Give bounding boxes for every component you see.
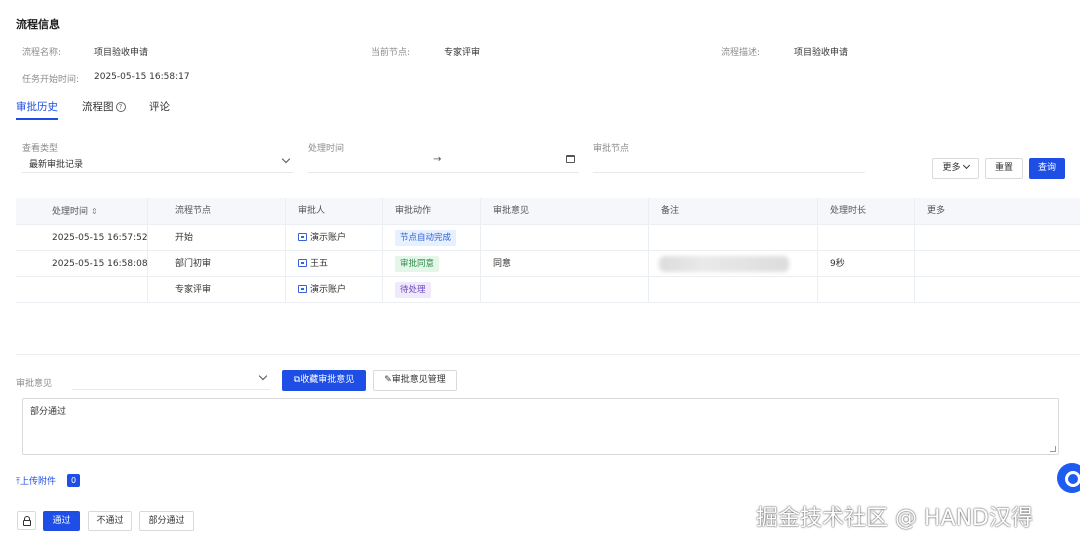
save-opinion-label: 收藏审批意见 xyxy=(300,375,355,385)
sort-icon[interactable]: ⇕ xyxy=(91,198,98,225)
view-type-value: 最新审批记录 xyxy=(29,160,84,170)
task-start-value: 2025-05-15 16:58:17 xyxy=(94,72,190,82)
cell-node: 部门初审 xyxy=(148,251,286,277)
table-header: 处理时间 ⇕ 流程节点 审批人 审批动作 审批意见 备注 处理时长 更多 xyxy=(16,198,1080,225)
opinion-text: 部分通过 xyxy=(30,407,67,417)
col-approver: 审批人 xyxy=(286,198,383,225)
help-icon[interactable]: ? xyxy=(115,102,126,112)
attachment-count-badge: 0 xyxy=(67,474,80,487)
cell-approver: 演示账户 xyxy=(286,277,383,303)
cell-approver: 演示账户 xyxy=(286,225,383,251)
approver-name: 王五 xyxy=(310,259,329,269)
user-card-icon xyxy=(298,233,307,241)
status-badge: 审批同意 xyxy=(395,256,440,272)
active-tab-indicator xyxy=(16,118,58,120)
cell-action: 节点自动完成 xyxy=(383,225,481,251)
query-button[interactable]: 查询 xyxy=(1029,158,1065,179)
col-node: 流程节点 xyxy=(148,198,286,225)
tab-flowchart[interactable]: 流程图? xyxy=(82,99,126,114)
chevron-down-icon xyxy=(962,161,970,170)
cell-more xyxy=(915,251,1080,277)
view-type-select[interactable]: 最新审批记录 xyxy=(22,153,293,173)
section-title: 流程信息 xyxy=(16,18,60,31)
manage-opinion-label: 审批意见管理 xyxy=(391,375,446,385)
cell-remark xyxy=(649,277,818,303)
upload-attachment-link[interactable]: ⤒上传附件 xyxy=(16,474,56,487)
approval-node-input[interactable] xyxy=(593,153,865,173)
col-opinion: 审批意见 xyxy=(481,198,649,225)
lock-icon-body xyxy=(23,520,31,526)
lock-button[interactable] xyxy=(17,511,36,530)
tab-flowchart-label: 流程图 xyxy=(82,101,114,113)
col-process-time[interactable]: 处理时间 ⇕ xyxy=(16,198,148,225)
table-row: 2025-05-15 16:57:52 开始 演示账户 节点自动完成 xyxy=(16,225,1080,251)
chevron-down-icon xyxy=(258,371,268,381)
upload-label: 上传附件 xyxy=(19,477,56,487)
cell-time: 2025-05-15 16:58:08 xyxy=(16,251,148,277)
reset-button[interactable]: 重置 xyxy=(985,158,1023,179)
pass-button[interactable]: 通过 xyxy=(43,511,80,531)
cell-duration xyxy=(818,277,915,303)
user-card-icon xyxy=(298,285,307,293)
cell-node: 开始 xyxy=(148,225,286,251)
cell-action: 审批同意 xyxy=(383,251,481,277)
col-action: 审批动作 xyxy=(383,198,481,225)
col-duration: 处理时长 xyxy=(818,198,915,225)
cell-time: 2025-05-15 16:57:52 xyxy=(16,225,148,251)
watermark: 掘金技术社区 @ HAND汉得 xyxy=(756,506,1033,531)
process-time-range[interactable]: → xyxy=(308,153,579,173)
arrow-right-icon: → xyxy=(433,154,442,165)
opinion-select[interactable] xyxy=(72,370,270,390)
cell-action: 待处理 xyxy=(383,277,481,303)
calendar-icon[interactable] xyxy=(566,155,575,163)
divider xyxy=(16,354,1080,355)
cell-node: 专家评审 xyxy=(148,277,286,303)
resize-handle[interactable] xyxy=(1050,446,1056,452)
more-filters-label: 更多 xyxy=(942,163,961,173)
blurred-remark xyxy=(659,256,789,272)
col-more: 更多 xyxy=(927,206,946,216)
cell-duration: 9秒 xyxy=(818,251,915,277)
cell-time xyxy=(16,277,148,303)
partial-pass-button[interactable]: 部分通过 xyxy=(139,511,194,531)
col-remark: 备注 xyxy=(649,198,818,225)
cell-remark xyxy=(649,225,818,251)
table-row: 专家评审 演示账户 待处理 xyxy=(16,277,1080,303)
cell-more xyxy=(915,225,1080,251)
tab-comments[interactable]: 评论 xyxy=(149,99,170,114)
process-desc-label: 流程描述: xyxy=(721,48,761,58)
current-node-value: 专家评审 xyxy=(444,48,481,58)
edit-icon: ✎ xyxy=(384,375,392,385)
process-desc-value: 项目验收申请 xyxy=(794,48,849,58)
process-name-label: 流程名称: xyxy=(22,48,62,58)
approver-name: 演示账户 xyxy=(310,285,347,295)
opinion-label: 审批意见 xyxy=(16,379,53,389)
reject-button[interactable]: 不通过 xyxy=(88,511,132,531)
task-start-label: 任务开始时间: xyxy=(22,75,80,85)
cell-approver: 王五 xyxy=(286,251,383,277)
cell-opinion xyxy=(481,225,649,251)
col-process-time-label: 处理时间 xyxy=(52,207,89,217)
cell-opinion: 同意 xyxy=(481,251,649,277)
status-badge: 待处理 xyxy=(395,282,431,298)
assistant-float-button[interactable] xyxy=(1057,463,1080,493)
more-filters-button[interactable]: 更多 xyxy=(932,158,979,179)
current-node-label: 当前节点: xyxy=(371,48,411,58)
table-row: 2025-05-15 16:58:08 部门初审 王五 审批同意 同意 9秒 xyxy=(16,251,1080,277)
opinion-textarea[interactable]: 部分通过 xyxy=(22,398,1059,455)
user-card-icon xyxy=(298,259,307,267)
chevron-down-icon xyxy=(281,154,291,164)
process-name-value: 项目验收申请 xyxy=(94,48,149,58)
approver-name: 演示账户 xyxy=(310,233,347,243)
save-opinion-button[interactable]: ⧉收藏审批意见 xyxy=(282,370,366,391)
status-badge: 节点自动完成 xyxy=(395,230,457,246)
cell-duration xyxy=(818,225,915,251)
tab-approval-history[interactable]: 审批历史 xyxy=(16,99,58,114)
manage-opinion-button[interactable]: ✎审批意见管理 xyxy=(373,370,457,391)
cell-more xyxy=(915,277,1080,303)
cell-remark xyxy=(649,251,818,277)
cell-opinion xyxy=(481,277,649,303)
